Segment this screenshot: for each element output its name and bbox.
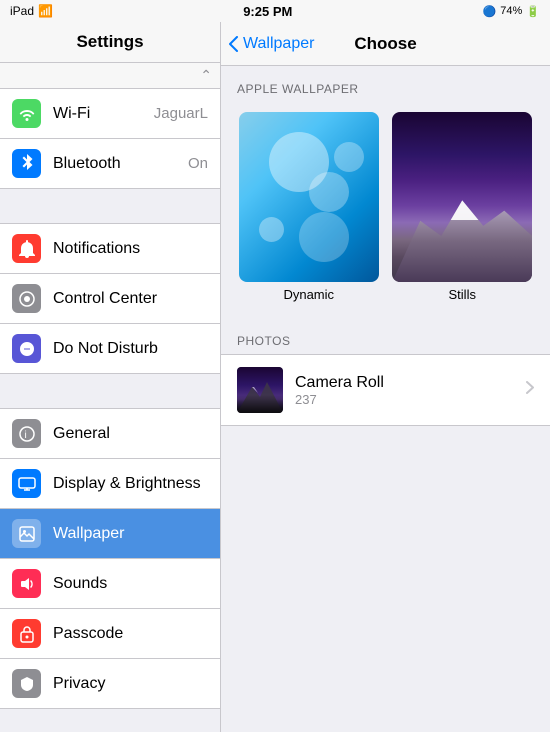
wallpaper-stills[interactable]: Stills [391,112,535,302]
chevron-right-icon [526,381,534,399]
stills-bg [392,112,532,282]
section-apple-wallpaper: APPLE WALLPAPER [221,66,550,102]
battery-icon: 🔋 [526,5,540,18]
passcode-icon [12,619,41,648]
nav-title: Choose [354,34,416,54]
right-panel: Wallpaper Choose APPLE WALLPAPER Dynamic [221,22,550,732]
sidebar-item-donotdisturb[interactable]: Do Not Disturb [0,324,220,374]
dynamic-label: Dynamic [283,287,334,302]
camera-roll-count: 237 [295,392,526,407]
sidebar-item-controlcenter[interactable]: Control Center [0,274,220,324]
camera-roll-title: Camera Roll [295,374,526,392]
bluetooth-value: On [188,155,208,172]
wallpaper-label: Wallpaper [53,525,208,543]
sounds-label: Sounds [53,575,208,593]
stills-label: Stills [449,287,476,302]
privacy-label: Privacy [53,675,208,693]
general-icon: i [12,419,41,448]
svg-text:i: i [24,430,26,441]
bluetooth-icon: 🔵 [483,5,497,18]
status-time: 9:25 PM [243,4,292,19]
nav-back-label: Wallpaper [243,35,314,53]
sidebar: Settings ⌃ Wi-Fi JaguarL Bluetooth On [0,22,221,732]
wallpaper-grid: Dynamic Stills [221,102,550,318]
status-bar: iPad 📶 9:25 PM 🔵 74% 🔋 [0,0,550,22]
notifications-icon [12,234,41,263]
general-label: General [53,425,208,443]
sidebar-item-wallpaper[interactable]: Wallpaper [0,509,220,559]
photos-list: Camera Roll 237 [221,354,550,426]
separator-1 [0,189,220,224]
sidebar-item-general[interactable]: i General [0,409,220,459]
camera-roll-item[interactable]: Camera Roll 237 [221,355,550,425]
donotdisturb-icon [12,334,41,363]
sidebar-item-wifi[interactable]: Wi-Fi JaguarL [0,89,220,139]
dynamic-bg [239,112,379,282]
section-photos: PHOTOS [221,318,550,354]
snow-cap [437,190,487,220]
sidebar-item-notifications[interactable]: Notifications [0,224,220,274]
separator-2 [0,374,220,409]
nav-bar: Wallpaper Choose [221,22,550,66]
wifi-label: Wi-Fi [53,105,154,123]
controlcenter-icon [12,284,41,313]
wallpaper-dynamic-image [239,112,379,282]
wallpaper-icon [12,519,41,548]
sidebar-item-privacy[interactable]: Privacy [0,659,220,709]
bubble-2 [299,212,349,262]
display-icon [12,469,41,498]
nav-back-button[interactable]: Wallpaper [229,35,314,53]
device-label: iPad [10,4,34,18]
wifi-icon: 📶 [38,4,53,18]
battery-level: 74% [500,5,522,17]
bubble-3 [334,142,364,172]
passcode-label: Passcode [53,625,208,643]
privacy-icon [12,669,41,698]
display-label: Display & Brightness [53,475,208,493]
wifi-value: JaguarL [154,105,208,122]
sidebar-item-display[interactable]: Display & Brightness [0,459,220,509]
scroll-arrows: ⌃ [200,67,212,84]
sidebar-item-sounds[interactable]: Sounds [0,559,220,609]
wifi-icon [12,99,41,128]
sidebar-title: Settings [0,22,220,63]
bluetooth-label: Bluetooth [53,155,188,173]
sounds-icon [12,569,41,598]
sidebar-item-passcode[interactable]: Passcode [0,609,220,659]
notifications-label: Notifications [53,240,208,258]
status-left: iPad 📶 [10,4,53,18]
bluetooth-icon [12,149,41,178]
mountain [392,180,532,282]
camera-roll-content: Camera Roll 237 [295,374,526,407]
controlcenter-label: Control Center [53,290,208,308]
wallpaper-stills-image [392,112,532,282]
separator-3 [0,709,220,732]
donotdisturb-label: Do Not Disturb [53,340,208,358]
scroll-indicator: ⌃ [0,63,220,89]
bubble-1 [259,217,284,242]
status-right: 🔵 74% 🔋 [483,5,540,18]
sidebar-item-bluetooth[interactable]: Bluetooth On [0,139,220,189]
wallpaper-dynamic[interactable]: Dynamic [237,112,381,302]
main-layout: Settings ⌃ Wi-Fi JaguarL Bluetooth On [0,22,550,732]
camera-roll-thumb [237,367,283,413]
